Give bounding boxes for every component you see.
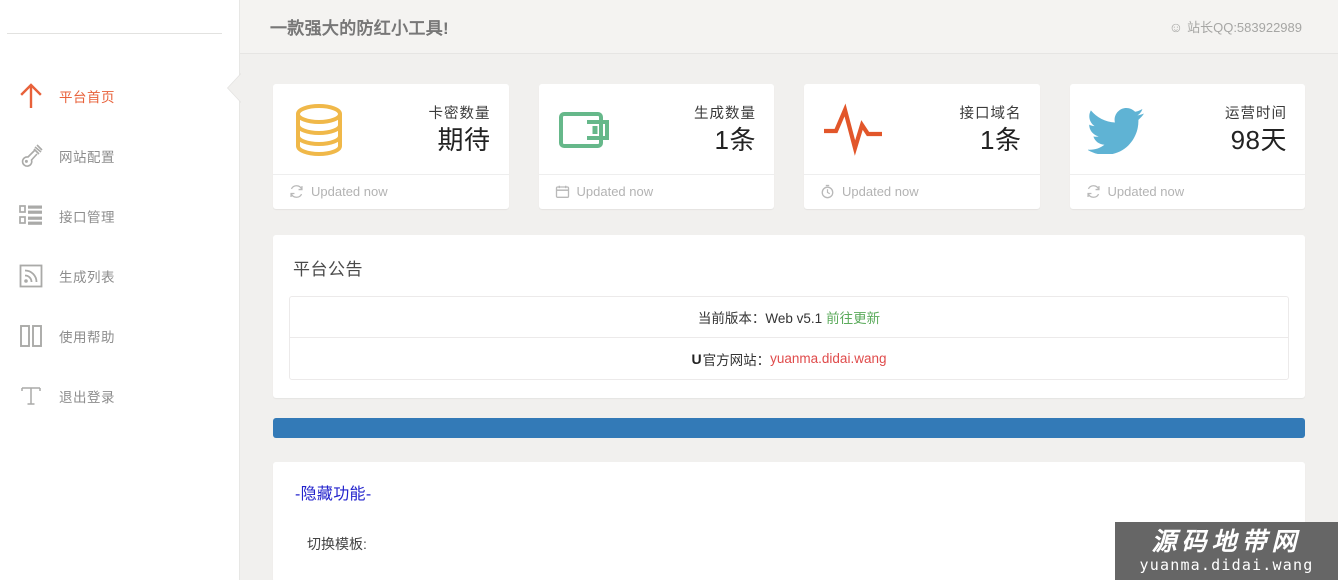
watermark: 源码地带网 yuanma.didai.wang bbox=[1115, 522, 1338, 580]
watermark-en-text: yuanma.didai.wang bbox=[1139, 555, 1314, 574]
sidebar-item-label: 接口管理 bbox=[59, 210, 115, 225]
stat-card-body: 卡密数量 期待 bbox=[273, 84, 509, 174]
stat-card-value: 期待 bbox=[437, 125, 491, 155]
stat-card-body: 接口域名 1条 bbox=[804, 84, 1040, 174]
refresh-icon bbox=[1086, 184, 1101, 199]
sidebar-item-label: 使用帮助 bbox=[59, 330, 115, 345]
stat-card-title: 运营时间 bbox=[1225, 106, 1287, 122]
sidebar: 平台首页 网站配置 接口管理 生成列表 使用帮助 退出登录 bbox=[0, 0, 240, 580]
stat-card-text: 卡密数量 期待 bbox=[429, 104, 491, 156]
stat-card-footer: Updated now bbox=[273, 174, 509, 209]
sidebar-item-label: 平台首页 bbox=[59, 90, 115, 105]
website-label: 官方网站： bbox=[702, 352, 771, 368]
stat-card-text: 运营时间 98天 bbox=[1225, 104, 1287, 156]
database-icon bbox=[291, 101, 355, 159]
stat-card-title: 接口域名 bbox=[959, 106, 1022, 122]
stat-card-card-count[interactable]: 卡密数量 期待 Updated now bbox=[273, 84, 509, 209]
announcement-row-version: 当前版本：Web v5.1 前往更新 bbox=[290, 297, 1288, 338]
announcement-panel: 平台公告 当前版本：Web v5.1 前往更新 U 官方网站： yuanma.d… bbox=[273, 235, 1305, 398]
stat-card-updated-text: Updated now bbox=[842, 184, 919, 199]
stat-card-value: 1条 bbox=[714, 125, 756, 155]
clock-icon bbox=[820, 184, 835, 199]
up-arrow-icon bbox=[8, 76, 54, 116]
calendar-icon bbox=[555, 184, 570, 199]
hidden-function-title: -隐藏功能- bbox=[295, 486, 372, 503]
stat-cards: 卡密数量 期待 Updated now 生成数量 1条 Updated now … bbox=[240, 54, 1338, 209]
sidebar-edge-caret bbox=[228, 74, 241, 102]
stat-card-updated-text: Updated now bbox=[576, 184, 654, 199]
sidebar-nav: 平台首页 网站配置 接口管理 生成列表 使用帮助 退出登录 bbox=[0, 66, 239, 426]
sidebar-item-help[interactable]: 使用帮助 bbox=[0, 306, 239, 366]
app-root: 平台首页 网站配置 接口管理 生成列表 使用帮助 退出登录 一款强大的防红小工具… bbox=[0, 0, 1338, 580]
rss-feed-icon bbox=[8, 256, 54, 296]
contact-qq-text: 站长QQ:583922989 bbox=[1187, 20, 1302, 35]
sidebar-item-label: 网站配置 bbox=[59, 150, 115, 165]
wallet-icon bbox=[557, 104, 621, 156]
stat-card-interface-domain[interactable]: 接口域名 1条 Updated now bbox=[804, 84, 1040, 209]
watermark-cn-text: 源码地带网 bbox=[1151, 526, 1302, 556]
announcement-row-website: U 官方网站： yuanma.didai.wang bbox=[290, 338, 1288, 379]
main-content: 一款强大的防红小工具! ☺ 站长QQ:583922989 卡密数量 期待 Upd… bbox=[240, 0, 1338, 580]
stat-card-updated-text: Updated now bbox=[1107, 184, 1185, 199]
stat-card-title: 生成数量 bbox=[694, 106, 756, 122]
sidebar-item-label: 退出登录 bbox=[59, 390, 115, 405]
stat-card-value: 1条 bbox=[980, 125, 1022, 155]
contact-info: ☺ 站长QQ:583922989 bbox=[1169, 17, 1302, 36]
announcement-body: 当前版本：Web v5.1 前往更新 U 官方网站： yuanma.didai.… bbox=[273, 296, 1305, 398]
sidebar-item-home[interactable]: 平台首页 bbox=[0, 66, 239, 126]
official-website-link[interactable]: yuanma.didai.wang bbox=[770, 351, 886, 366]
announcement-heading: 平台公告 bbox=[293, 260, 363, 279]
columns-icon bbox=[8, 316, 54, 356]
sidebar-item-label: 生成列表 bbox=[59, 270, 115, 285]
twitter-bird-icon bbox=[1087, 106, 1152, 154]
sidebar-divider bbox=[7, 33, 222, 34]
stat-card-value: 98天 bbox=[1230, 125, 1287, 155]
u-mark-icon: U bbox=[691, 350, 702, 367]
sidebar-item-logout[interactable]: 退出登录 bbox=[0, 366, 239, 426]
page-title: 一款强大的防红小工具! bbox=[270, 19, 449, 38]
wrench-icon bbox=[8, 136, 54, 176]
stat-card-uptime[interactable]: 运营时间 98天 Updated now bbox=[1069, 84, 1306, 209]
pulse-icon bbox=[822, 103, 886, 157]
refresh-icon bbox=[289, 184, 304, 199]
topbar: 一款强大的防红小工具! ☺ 站长QQ:583922989 bbox=[240, 0, 1338, 54]
stat-card-generated-count[interactable]: 生成数量 1条 Updated now bbox=[538, 84, 775, 209]
sidebar-item-generate-list[interactable]: 生成列表 bbox=[0, 246, 239, 306]
progress-bar bbox=[273, 418, 1305, 438]
stat-card-footer: Updated now bbox=[538, 174, 774, 209]
stat-card-text: 生成数量 1条 bbox=[694, 104, 756, 156]
stat-card-text: 接口域名 1条 bbox=[960, 104, 1022, 156]
announcement-list: 当前版本：Web v5.1 前往更新 U 官方网站： yuanma.didai.… bbox=[289, 296, 1289, 380]
sidebar-item-site-config[interactable]: 网站配置 bbox=[0, 126, 239, 186]
stat-card-updated-text: Updated now bbox=[311, 184, 388, 199]
stat-card-body: 生成数量 1条 bbox=[539, 84, 775, 174]
stat-card-title: 卡密数量 bbox=[428, 106, 491, 122]
stat-card-body: 运营时间 98天 bbox=[1070, 84, 1306, 174]
smiley-face-icon: ☺ bbox=[1168, 18, 1184, 35]
go-update-link[interactable]: 前往更新 bbox=[826, 307, 880, 327]
text-t-icon bbox=[8, 376, 54, 416]
stat-card-footer: Updated now bbox=[1069, 174, 1305, 209]
list-blocks-icon bbox=[8, 196, 54, 236]
version-text: 当前版本：Web v5.1 bbox=[697, 311, 823, 326]
stat-card-footer: Updated now bbox=[804, 174, 1040, 209]
sidebar-item-interface-manage[interactable]: 接口管理 bbox=[0, 186, 239, 246]
